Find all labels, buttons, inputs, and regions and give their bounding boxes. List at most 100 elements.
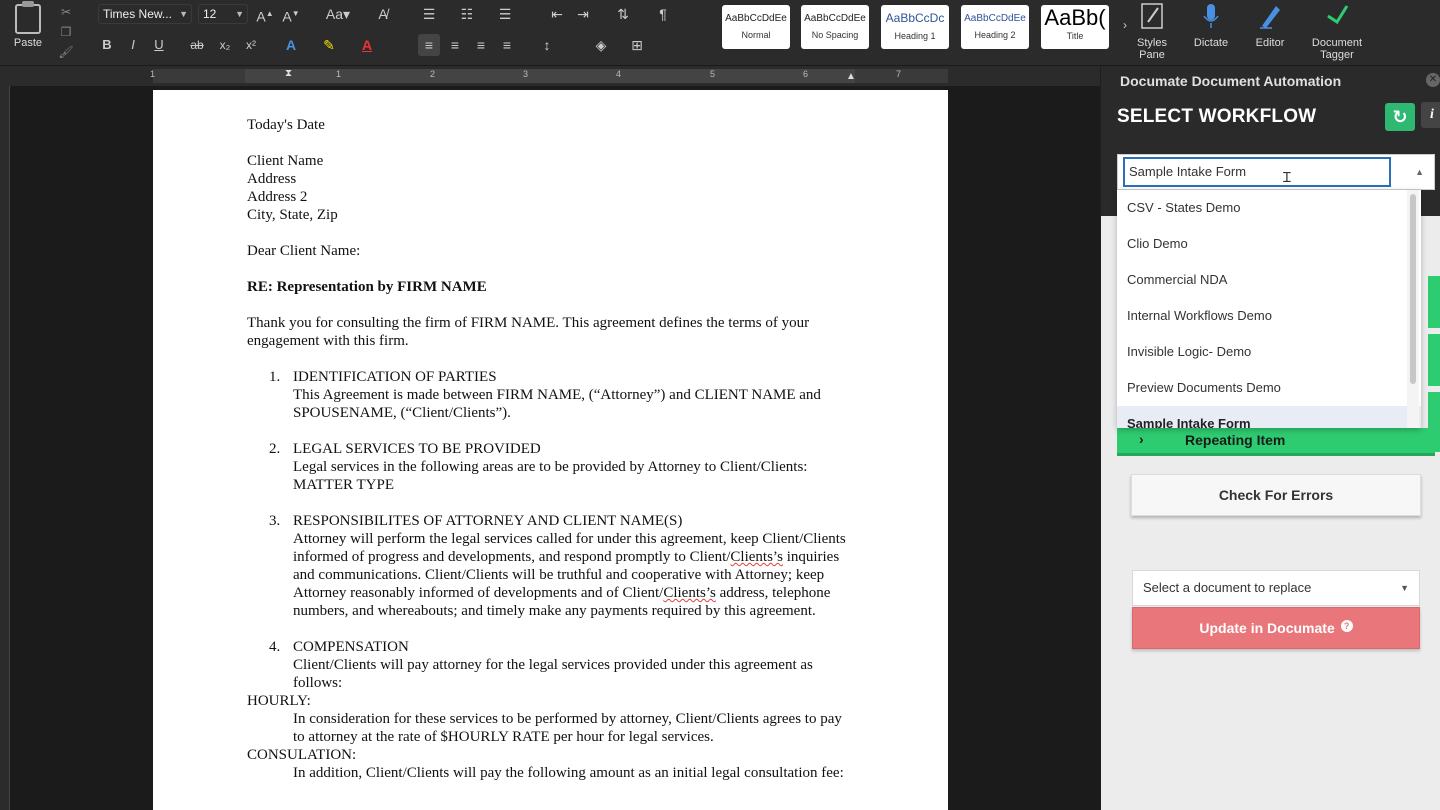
- font-name-select[interactable]: Times New... ▼: [98, 4, 192, 24]
- shrink-font-icon[interactable]: A▼: [280, 3, 302, 25]
- workflow-dropdown-list[interactable]: CSV - States Demo Clio Demo Commercial N…: [1117, 190, 1421, 428]
- font-color-icon[interactable]: A: [356, 34, 378, 56]
- font-size-select[interactable]: 12 ▼: [198, 4, 248, 24]
- text-effects-icon[interactable]: A: [280, 34, 302, 56]
- clear-formatting-icon[interactable]: A̸: [372, 3, 394, 25]
- style-no-spacing[interactable]: AaBbCcDdEe No Spacing: [801, 5, 869, 49]
- workflow-option[interactable]: Commercial NDA: [1117, 262, 1421, 298]
- close-icon[interactable]: ✕: [1426, 73, 1440, 87]
- align-right-icon[interactable]: ≡: [470, 34, 492, 56]
- style-normal[interactable]: AaBbCcDdEe Normal: [722, 5, 790, 49]
- sort-icon[interactable]: ⇅: [612, 3, 634, 25]
- chevron-down-icon: ▼: [179, 9, 188, 19]
- grow-font-icon[interactable]: A▲: [254, 3, 276, 25]
- document-body[interactable]: Today's Date Client Name Address Address…: [247, 116, 857, 782]
- section-item: 1. IDENTIFICATION OF PARTIES This Agreem…: [247, 368, 857, 422]
- section-number: 4.: [269, 639, 281, 655]
- style-heading-1[interactable]: AaBbCcDc Heading 1: [881, 5, 949, 49]
- info-button[interactable]: i: [1421, 102, 1440, 128]
- chevron-up-icon[interactable]: ▲: [1415, 167, 1424, 177]
- document-canvas[interactable]: Today's Date Client Name Address Address…: [10, 86, 1100, 810]
- spelling-flag[interactable]: Clients’s: [663, 585, 716, 601]
- borders-icon[interactable]: ⊞: [626, 34, 648, 56]
- ruler-number: 6: [803, 69, 809, 79]
- repeating-item-bar[interactable]: › Repeating Item: [1117, 428, 1435, 456]
- workflow-option[interactable]: Clio Demo: [1117, 226, 1421, 262]
- ribbon-toolbar: Paste ✂ ❐ 🖌 Times New... ▼ 12 ▼ A▲ A▼ Aa…: [0, 0, 1440, 66]
- section-body: Client/Clients will pay attorney for the…: [293, 657, 813, 691]
- underline-icon[interactable]: U: [148, 34, 170, 56]
- document-replace-select[interactable]: Select a document to replace ▼: [1132, 570, 1420, 606]
- workflow-option[interactable]: Invisible Logic- Demo: [1117, 334, 1421, 370]
- workflow-combobox[interactable]: Sample Intake Form Ɪ ▲: [1117, 154, 1435, 190]
- align-center-icon[interactable]: ≡: [444, 34, 466, 56]
- clipboard-icon: [15, 1, 41, 34]
- style-name: Title: [1066, 31, 1084, 41]
- shading-icon[interactable]: ◈: [590, 34, 612, 56]
- align-left-icon[interactable]: ≡: [418, 34, 440, 56]
- document-page[interactable]: Today's Date Client Name Address Address…: [153, 90, 948, 810]
- workflow-value: Sample Intake Form: [1129, 164, 1247, 179]
- cut-icon[interactable]: ✂: [56, 2, 76, 22]
- consult-label: CONSULATION:: [247, 747, 357, 763]
- horizontal-ruler[interactable]: 1 1 2 3 4 5 6 7 ⧗ ▲: [0, 66, 1100, 86]
- increase-indent-icon[interactable]: ⇥: [572, 3, 594, 25]
- paragraph-marks-icon[interactable]: ¶: [652, 3, 674, 25]
- bold-icon[interactable]: B: [96, 34, 118, 56]
- dropdown-scrollbar[interactable]: [1407, 190, 1419, 428]
- editor-button[interactable]: Editor: [1242, 2, 1298, 49]
- paste-button[interactable]: Paste: [6, 1, 50, 62]
- subscript-icon[interactable]: x₂: [214, 34, 236, 56]
- ruler-number: 5: [710, 69, 716, 79]
- ruler-number: 3: [523, 69, 529, 79]
- workflow-option[interactable]: Preview Documents Demo: [1117, 370, 1421, 406]
- chevron-down-icon: ▼: [1400, 583, 1409, 593]
- multilevel-list-icon[interactable]: ☰: [494, 3, 516, 25]
- style-name: No Spacing: [811, 30, 859, 40]
- editor-pen-icon: [1260, 6, 1280, 29]
- style-title[interactable]: AaBb( Title: [1041, 5, 1109, 49]
- section-number: 3.: [269, 513, 281, 529]
- refresh-button[interactable]: ↻: [1385, 103, 1415, 131]
- step-bar-edge: [1428, 334, 1440, 386]
- workflow-option[interactable]: CSV - States Demo: [1117, 190, 1421, 226]
- right-indent-marker[interactable]: ▲: [846, 71, 856, 82]
- format-painter-icon[interactable]: 🖌: [56, 42, 76, 62]
- step-bar-edge: [1428, 276, 1440, 328]
- highlight-icon[interactable]: ✎: [318, 34, 340, 56]
- line-spacing-icon[interactable]: ↕: [536, 34, 558, 56]
- style-name: Heading 1: [894, 31, 936, 41]
- section-item: 3. RESPONSIBILITES OF ATTORNEY AND CLIEN…: [247, 512, 857, 620]
- scrollbar-thumb[interactable]: [1410, 194, 1416, 384]
- italic-icon[interactable]: I: [122, 34, 144, 56]
- help-icon[interactable]: ?: [1340, 620, 1353, 632]
- justify-icon[interactable]: ≡: [496, 34, 518, 56]
- styles-pane-button[interactable]: Styles Pane: [1124, 2, 1180, 61]
- update-label: Update in Documate: [1199, 620, 1335, 636]
- superscript-icon[interactable]: x²: [240, 34, 262, 56]
- hourly-label: HOURLY:: [247, 693, 311, 709]
- style-name: Heading 2: [974, 30, 1016, 40]
- tool-label: Editor: [1255, 37, 1285, 49]
- dictate-button[interactable]: Dictate: [1183, 2, 1239, 49]
- workflow-option[interactable]: Internal Workflows Demo: [1117, 298, 1421, 334]
- check-for-errors-button[interactable]: Check For Errors: [1131, 474, 1421, 516]
- document-tagger-button[interactable]: Document Tagger: [1309, 2, 1365, 61]
- numbering-icon[interactable]: ☷: [456, 3, 478, 25]
- spelling-flag[interactable]: Clients’s: [730, 549, 783, 565]
- section-title: LEGAL SERVICES TO BE PROVIDED: [293, 441, 541, 457]
- tool-label: Dictate: [1193, 37, 1229, 49]
- workflow-input[interactable]: Sample Intake Form Ɪ: [1123, 157, 1391, 187]
- change-case-icon[interactable]: Aa▾: [322, 3, 354, 25]
- select-workflow-heading: SELECT WORKFLOW: [1117, 106, 1317, 127]
- style-heading-2[interactable]: AaBbCcDdEe Heading 2: [961, 5, 1029, 49]
- strikethrough-icon[interactable]: ab: [186, 34, 208, 56]
- copy-icon[interactable]: ❐: [56, 22, 76, 42]
- address-line: Client Name: [247, 153, 324, 169]
- bullets-icon[interactable]: ☰: [418, 3, 440, 25]
- workflow-option-selected[interactable]: Sample Intake Form: [1117, 406, 1421, 428]
- update-in-documate-button[interactable]: Update in Documate ?: [1132, 607, 1420, 649]
- decrease-indent-icon[interactable]: ⇤: [546, 3, 568, 25]
- tool-label: Tagger: [1320, 49, 1354, 61]
- indent-marker[interactable]: ⧗: [285, 68, 292, 79]
